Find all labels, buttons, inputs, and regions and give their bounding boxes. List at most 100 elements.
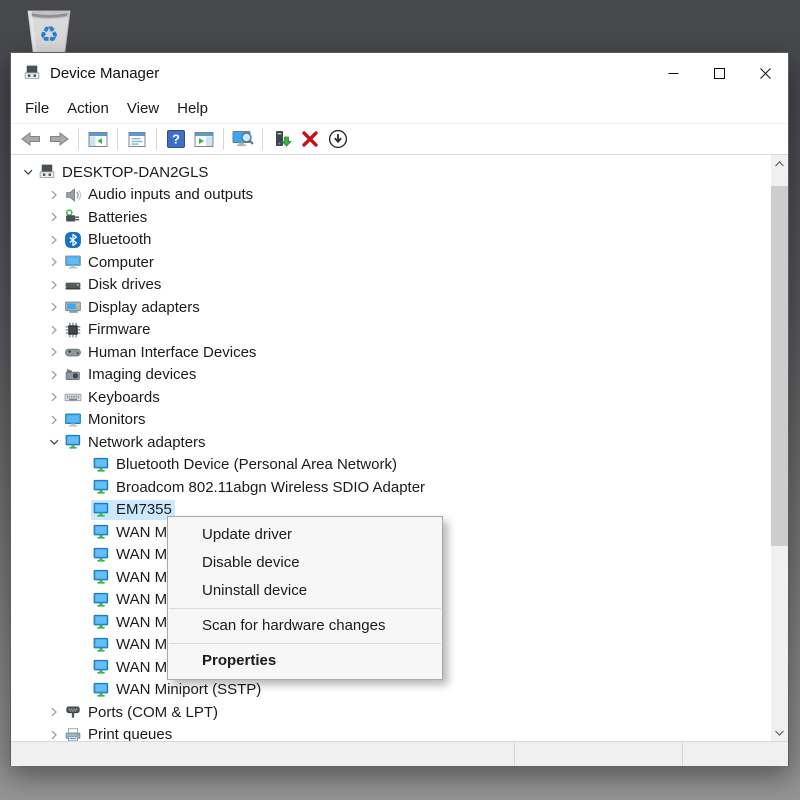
context-menu-item-update-driver[interactable]: Update driver (168, 521, 442, 549)
tree-item-keyboards[interactable]: Keyboards (11, 386, 788, 409)
tree-item-content[interactable]: Audio inputs and outputs (63, 185, 256, 205)
uninstall-device-button[interactable] (297, 126, 323, 152)
tree-item-ports-com-lpt[interactable]: Ports (COM & LPT) (11, 701, 788, 724)
chevron-right-icon[interactable] (45, 703, 63, 721)
selected-tree-item-content[interactable]: EM7355 (91, 500, 175, 520)
chevron-right-icon[interactable] (45, 186, 63, 204)
chevron-right-icon[interactable] (45, 231, 63, 249)
tree-item-label: Display adapters (88, 299, 200, 316)
scrollbar-down-icon[interactable] (771, 724, 788, 741)
tree-item-bluetooth-device-personal-area-network[interactable]: Bluetooth Device (Personal Area Network) (11, 454, 788, 477)
pc-device-icon (38, 163, 56, 181)
tree-item-content[interactable]: Network adapters (63, 432, 209, 452)
tree-item-content[interactable]: WAN Miniport (SSTP) (91, 680, 264, 700)
chevron-spacer (73, 636, 91, 654)
tree-item-print-queues[interactable]: Print queues (11, 724, 788, 742)
update-driver-button[interactable] (269, 126, 295, 152)
chevron-down-icon[interactable] (45, 433, 63, 451)
tree-item-human-interface-devices[interactable]: Human Interface Devices (11, 341, 788, 364)
tree-item-label: DESKTOP-DAN2GLS (62, 164, 208, 181)
tree-item-content[interactable]: Human Interface Devices (63, 342, 259, 362)
network-device-icon (92, 613, 110, 631)
tree-item-content[interactable]: Ports (COM & LPT) (63, 702, 221, 722)
tree-item-content[interactable]: Disk drives (63, 275, 164, 295)
tree-item-wan-miniport-sstp[interactable]: WAN Miniport (SSTP) (11, 679, 788, 702)
scrollbar-up-icon[interactable] (771, 155, 788, 172)
tree-item-content[interactable]: Bluetooth Device (Personal Area Network) (91, 455, 400, 475)
tree-item-disk-drives[interactable]: Disk drives (11, 274, 788, 297)
console-tree-icon (87, 130, 109, 149)
tree-item-label: Firmware (88, 321, 151, 338)
scrollbar-thumb[interactable] (771, 186, 788, 546)
tree-item-monitors[interactable]: Monitors (11, 409, 788, 432)
menu-view[interactable]: View (118, 96, 168, 121)
chevron-right-icon[interactable] (45, 276, 63, 294)
chevron-right-icon[interactable] (45, 366, 63, 384)
scan-for-hardware-changes-button[interactable] (230, 126, 256, 152)
show-console-tree-button[interactable] (85, 126, 111, 152)
maximize-button[interactable] (696, 53, 742, 93)
tree-item-firmware[interactable]: Firmware (11, 319, 788, 342)
vertical-scrollbar[interactable] (771, 155, 788, 741)
close-button[interactable] (742, 53, 788, 93)
menu-action[interactable]: Action (58, 96, 118, 121)
menu-help[interactable]: Help (168, 96, 217, 121)
chevron-right-icon[interactable] (45, 208, 63, 226)
context-menu-item-uninstall-device[interactable]: Uninstall device (168, 577, 442, 605)
chevron-right-icon[interactable] (45, 321, 63, 339)
chevron-right-icon[interactable] (45, 411, 63, 429)
help-icon: ? (166, 129, 186, 149)
svg-text:?: ? (172, 132, 180, 147)
tree-item-network-adapters[interactable]: Network adapters (11, 431, 788, 454)
context-menu-item-disable-device[interactable]: Disable device (168, 549, 442, 577)
printer-device-icon (64, 726, 82, 741)
tree-item-content[interactable]: Computer (63, 252, 157, 272)
status-bar-divider (514, 742, 515, 766)
tree-item-content[interactable]: Keyboards (63, 387, 163, 407)
chevron-right-icon[interactable] (45, 388, 63, 406)
chevron-right-icon[interactable] (45, 298, 63, 316)
chevron-down-icon[interactable] (19, 163, 37, 181)
disable-device-button[interactable] (325, 126, 351, 152)
chevron-right-icon[interactable] (45, 343, 63, 361)
tree-item-desktop-dan2gls[interactable]: DESKTOP-DAN2GLS (11, 161, 788, 184)
back-button[interactable] (18, 126, 44, 152)
tree-item-computer[interactable]: Computer (11, 251, 788, 274)
tree-item-audio-inputs-and-outputs[interactable]: Audio inputs and outputs (11, 184, 788, 207)
properties-button[interactable] (124, 126, 150, 152)
tree-item-bluetooth[interactable]: Bluetooth (11, 229, 788, 252)
tree-item-content[interactable]: Broadcom 802.11abgn Wireless SDIO Adapte… (91, 477, 428, 497)
context-menu-item-scan-for-hardware-changes[interactable]: Scan for hardware changes (168, 612, 442, 640)
tree-item-content[interactable]: DESKTOP-DAN2GLS (37, 162, 211, 182)
tree-item-content[interactable]: Batteries (63, 207, 150, 227)
title-bar[interactable]: Device Manager (11, 53, 788, 93)
chevron-right-icon[interactable] (45, 253, 63, 271)
network-device-icon (92, 636, 110, 654)
minimize-button[interactable] (650, 53, 696, 93)
tree-item-broadcom-802-11abgn-wireless-sdio-adapter[interactable]: Broadcom 802.11abgn Wireless SDIO Adapte… (11, 476, 788, 499)
tree-item-content[interactable]: Print queues (63, 725, 175, 741)
chevron-spacer (73, 591, 91, 609)
chevron-right-icon[interactable] (45, 726, 63, 741)
tree-item-content[interactable]: Display adapters (63, 297, 203, 317)
forward-button[interactable] (46, 126, 72, 152)
tree-item-content[interactable]: Bluetooth (63, 230, 154, 250)
show-action-pane-button[interactable] (191, 126, 217, 152)
tree-item-imaging-devices[interactable]: Imaging devices (11, 364, 788, 387)
tree-item-display-adapters[interactable]: Display adapters (11, 296, 788, 319)
context-menu-item-properties[interactable]: Properties (168, 647, 442, 675)
disable-icon (328, 129, 348, 149)
tree-item-content[interactable]: Imaging devices (63, 365, 199, 385)
toolbar-separator (262, 128, 263, 150)
scan-icon (231, 129, 255, 149)
menu-file[interactable]: File (16, 96, 58, 121)
tree-item-content[interactable]: Monitors (63, 410, 149, 430)
help-button[interactable]: ? (163, 126, 189, 152)
arrow-left-icon (20, 130, 42, 148)
firmware-device-icon (64, 321, 82, 339)
tree-item-content[interactable]: Firmware (63, 320, 154, 340)
status-bar (11, 741, 788, 766)
tree-item-batteries[interactable]: Batteries (11, 206, 788, 229)
chevron-spacer (73, 456, 91, 474)
properties-icon (126, 130, 148, 149)
